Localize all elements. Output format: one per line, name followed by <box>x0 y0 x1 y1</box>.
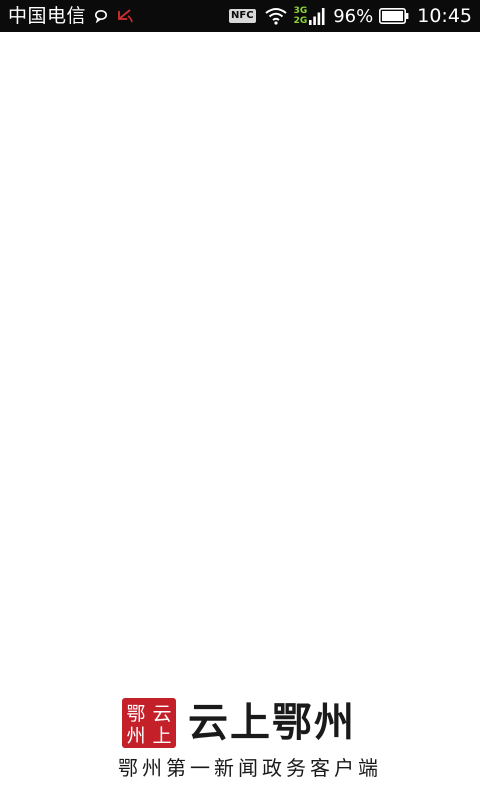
network-type: 3G 2G <box>294 6 308 26</box>
message-icon <box>94 9 108 23</box>
app-name: 云上鄂州 <box>188 700 356 746</box>
network-3g-label: 3G <box>293 6 308 16</box>
splash-screen <box>0 32 480 800</box>
status-bar: 中国电信 NFC 3G 2G 96% 10:45 <box>0 0 480 32</box>
wifi-icon <box>264 7 288 25</box>
seal-char-shang: 上 <box>152 725 171 747</box>
brand-area: 鄂 州 云 上 云上鄂州 鄂州第一新闻政务客户端 <box>0 698 480 788</box>
seal-char-zhou: 州 <box>126 725 145 747</box>
battery-icon <box>379 8 409 24</box>
app-slogan: 鄂州第一新闻政务客户端 <box>118 756 382 780</box>
seal-char-yun: 云 <box>152 703 171 725</box>
battery-percent: 96% <box>333 5 374 27</box>
carrier-name: 中国电信 <box>8 5 87 27</box>
network-2g-label: 2G <box>293 16 308 26</box>
nfc-icon: NFC <box>229 9 256 23</box>
clock: 10:45 <box>417 5 472 27</box>
logo-seal: 鄂 州 云 上 <box>122 698 176 748</box>
seal-char-e: 鄂 <box>126 703 145 725</box>
signal-icon <box>309 7 325 25</box>
missed-call-icon <box>116 8 134 24</box>
